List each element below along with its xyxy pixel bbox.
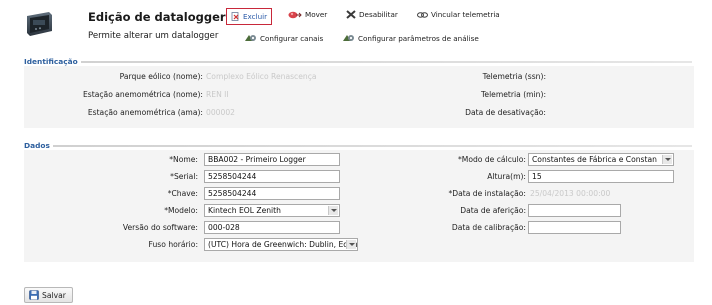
key-label: *Chave: bbox=[167, 189, 198, 198]
move-icon bbox=[288, 11, 302, 19]
configure-parameters-button[interactable]: Configurar parâmetros de análise bbox=[342, 33, 479, 43]
save-button[interactable]: Salvar bbox=[24, 287, 73, 303]
chevron-down-icon bbox=[328, 206, 338, 215]
page-title: Edição de datalogger bbox=[88, 10, 226, 24]
move-button[interactable]: Mover bbox=[288, 10, 327, 19]
page-subtitle: Permite alterar um datalogger bbox=[88, 31, 219, 41]
floppy-disk-icon bbox=[29, 290, 39, 300]
timezone-label: Fuso horário: bbox=[148, 240, 198, 249]
delete-doc-icon bbox=[231, 12, 239, 21]
timezone-select[interactable]: (UTC) Hora de Greenwich: Dublin, Edimbu bbox=[204, 238, 358, 251]
software-version-input[interactable]: 000-028 bbox=[204, 221, 340, 234]
telemetry-ssn-label: Telemetria (ssn): bbox=[482, 72, 546, 81]
identification-section: Parque eólico (nome): Complexo Eólico Re… bbox=[24, 66, 694, 128]
timezone-select-value: (UTC) Hora de Greenwich: Dublin, Edimbu bbox=[208, 240, 358, 249]
identification-section-title: Identificação bbox=[24, 57, 81, 66]
data-section: *Nome: BBA002 - Primeiro Logger *Serial:… bbox=[24, 150, 694, 262]
move-button-label: Mover bbox=[305, 10, 328, 19]
chevron-down-icon bbox=[662, 155, 672, 164]
wind-farm-name-label: Parque eólico (nome): bbox=[119, 72, 203, 81]
calibration-date-label: Data de calibração: bbox=[451, 223, 526, 232]
wind-farm-name-value: Complexo Eólico Renascença bbox=[206, 72, 317, 81]
link-telemetry-button-label: Vincular telemetria bbox=[431, 10, 500, 19]
channels-config-icon bbox=[245, 35, 256, 41]
calculation-mode-value: Constantes de Fábrica e Constan bbox=[532, 155, 657, 164]
delete-button-label: Excluir bbox=[243, 12, 268, 21]
parameters-config-icon bbox=[343, 35, 354, 41]
telemetry-min-label: Telemetria (min): bbox=[481, 90, 546, 99]
data-section-title: Dados bbox=[24, 141, 53, 150]
datalogger-device-icon bbox=[27, 12, 52, 36]
installation-date-value: 25/04/2013 00:00:00 bbox=[530, 189, 611, 198]
model-select-value: Kintech EOL Zenith bbox=[208, 206, 281, 215]
station-ama-value: 000002 bbox=[206, 108, 235, 117]
calibration-check-date-input[interactable] bbox=[528, 204, 621, 217]
serial-label: *Serial: bbox=[170, 172, 198, 181]
station-ama-label: Estação anemométrica (ama): bbox=[87, 108, 203, 117]
save-button-label: Salvar bbox=[42, 290, 66, 300]
calibration-date-input[interactable] bbox=[528, 221, 621, 234]
deactivation-date-label: Data de desativação: bbox=[465, 108, 546, 117]
height-input[interactable]: 15 bbox=[528, 170, 674, 183]
calculation-mode-select[interactable]: Constantes de Fábrica e Constan bbox=[528, 153, 674, 166]
identification-section-divider bbox=[24, 61, 692, 63]
disable-button[interactable]: Desabilitar bbox=[346, 10, 398, 19]
data-section-divider bbox=[24, 145, 692, 147]
model-select[interactable]: Kintech EOL Zenith bbox=[204, 204, 340, 217]
model-label: *Modelo: bbox=[164, 206, 198, 215]
disable-x-icon bbox=[346, 10, 356, 19]
installation-date-label: *Data de instalação: bbox=[448, 189, 526, 198]
link-chain-icon bbox=[417, 11, 428, 18]
calibration-check-date-label: Data de aferição: bbox=[460, 206, 526, 215]
configure-channels-label: Configurar canais bbox=[260, 33, 324, 43]
calculation-mode-label: *Modo de cálculo: bbox=[457, 155, 526, 164]
chevron-down-icon bbox=[346, 240, 356, 249]
station-name-label: Estação anemométrica (nome): bbox=[83, 90, 203, 99]
key-input[interactable]: 5258504244 bbox=[204, 187, 340, 200]
disable-button-label: Desabilitar bbox=[359, 10, 398, 19]
name-input[interactable]: BBA002 - Primeiro Logger bbox=[204, 153, 340, 166]
configure-parameters-label: Configurar parâmetros de análise bbox=[358, 33, 479, 43]
configure-channels-button[interactable]: Configurar canais bbox=[244, 33, 323, 43]
serial-input[interactable]: 5258504244 bbox=[204, 170, 340, 183]
station-name-value: REN II bbox=[206, 90, 229, 99]
software-version-label: Versão do software: bbox=[122, 223, 198, 232]
page-header: Edição de datalogger Permite alterar um … bbox=[0, 0, 712, 50]
name-label: *Nome: bbox=[169, 155, 198, 164]
link-telemetry-button[interactable]: Vincular telemetria bbox=[417, 10, 500, 19]
height-label: Altura(m): bbox=[487, 172, 526, 181]
delete-button[interactable]: Excluir bbox=[226, 8, 273, 25]
